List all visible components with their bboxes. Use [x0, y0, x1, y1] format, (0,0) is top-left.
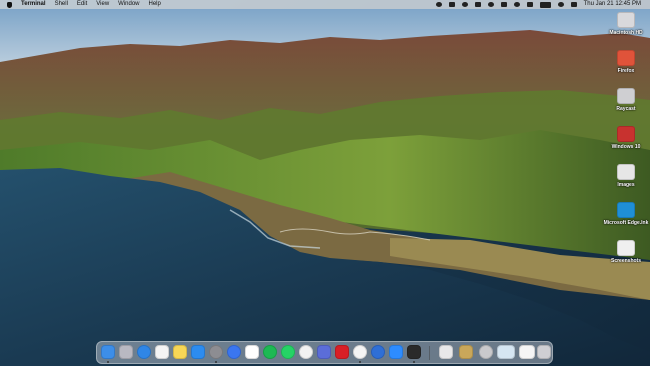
desktop-icon-label: Windows 10	[611, 144, 641, 150]
spotify-icon[interactable]	[263, 345, 277, 359]
wifi-icon[interactable]	[526, 2, 533, 7]
firefox-icon	[617, 50, 635, 66]
apple-menu-icon[interactable]	[7, 1, 12, 8]
video-camera-icon[interactable]	[389, 345, 403, 359]
menu-bar: Terminal Shell Edit View Window Help Thu…	[0, 0, 650, 9]
status-tray-icon[interactable]	[500, 2, 507, 7]
desktop-icon-label: Images	[617, 182, 635, 188]
status-tray-icon[interactable]	[448, 2, 455, 7]
running-indicator	[359, 361, 361, 363]
play-icon[interactable]	[371, 345, 385, 359]
windows-vm-icon	[617, 126, 635, 142]
menu-clock[interactable]: Thu Jan 21 12:45 PM	[584, 0, 641, 9]
question-icon[interactable]	[479, 345, 493, 359]
running-indicator	[107, 361, 109, 363]
desktop-icon-label: Macintosh HD	[609, 30, 643, 36]
desktop-icon-screenshots[interactable]: Screenshots	[603, 240, 649, 264]
status-tray-icon[interactable]	[435, 2, 442, 7]
desktop-icon-label: Raycast	[616, 106, 636, 112]
desktop-icon-label: Firefox	[617, 68, 635, 74]
wallpaper	[0, 0, 650, 366]
desktop-icon-label: Screenshots	[610, 258, 641, 264]
battery-icon[interactable]	[539, 1, 551, 8]
safari-icon[interactable]	[137, 345, 151, 359]
document-thumb-icon[interactable]	[519, 345, 535, 359]
desktop-icon-firefox[interactable]: Firefox	[603, 50, 649, 74]
desktop-icon-label: Microsoft Edge.lnk	[603, 220, 649, 226]
menu-app-name[interactable]: Terminal	[21, 0, 46, 9]
dock	[96, 341, 553, 364]
status-tray-icon[interactable]	[487, 2, 494, 7]
image-file-icon	[617, 164, 635, 180]
trash-icon[interactable]	[537, 345, 551, 359]
document-stack-icon[interactable]	[459, 345, 473, 359]
search-icon[interactable]	[557, 2, 564, 7]
gear-icon[interactable]	[209, 345, 223, 359]
desktop-icon-images[interactable]: Images	[603, 164, 649, 188]
chrome-icon[interactable]	[353, 345, 367, 359]
running-indicator	[413, 361, 415, 363]
edge-icon	[617, 202, 635, 218]
control-center-icon[interactable]	[570, 2, 577, 7]
desktop-icon-macintosh-hd[interactable]: Macintosh HD	[603, 12, 649, 36]
menu-window[interactable]: Window	[118, 0, 139, 9]
screen-share-icon[interactable]	[317, 345, 331, 359]
desktop-icon-microsoft-edge[interactable]: Microsoft Edge.lnk	[603, 202, 649, 226]
screenshot-file-icon	[617, 240, 635, 256]
launchpad-icon[interactable]	[119, 345, 133, 359]
bluetooth-icon[interactable]	[513, 2, 520, 7]
signal-icon[interactable]	[227, 345, 241, 359]
slack-icon[interactable]	[245, 345, 259, 359]
menu-help[interactable]: Help	[149, 0, 161, 9]
menu-shell[interactable]: Shell	[55, 0, 68, 9]
raycast-icon	[617, 88, 635, 104]
checkmark-icon[interactable]	[299, 345, 313, 359]
running-indicator	[215, 361, 217, 363]
notes-icon[interactable]	[173, 345, 187, 359]
whatsapp-icon[interactable]	[281, 345, 295, 359]
photos-icon[interactable]	[155, 345, 169, 359]
status-tray-icon[interactable]	[461, 2, 468, 7]
desktop-icon-windows-10[interactable]: Windows 10	[603, 126, 649, 150]
desktop[interactable]: Terminal Shell Edit View Window Help Thu…	[0, 0, 650, 366]
finder-icon[interactable]	[101, 345, 115, 359]
netflix-icon[interactable]	[335, 345, 349, 359]
status-tray-icon[interactable]	[474, 2, 481, 7]
menu-view[interactable]: View	[96, 0, 109, 9]
menu-edit[interactable]: Edit	[77, 0, 87, 9]
dock-separator	[429, 346, 430, 360]
screenshot-thumb-icon[interactable]	[497, 345, 515, 359]
desktop-icon-raycast[interactable]: Raycast	[603, 88, 649, 112]
terminal-icon[interactable]	[407, 345, 421, 359]
folder-stack-icon[interactable]	[439, 345, 453, 359]
app-store-icon[interactable]	[191, 345, 205, 359]
hard-drive-icon	[617, 12, 635, 28]
